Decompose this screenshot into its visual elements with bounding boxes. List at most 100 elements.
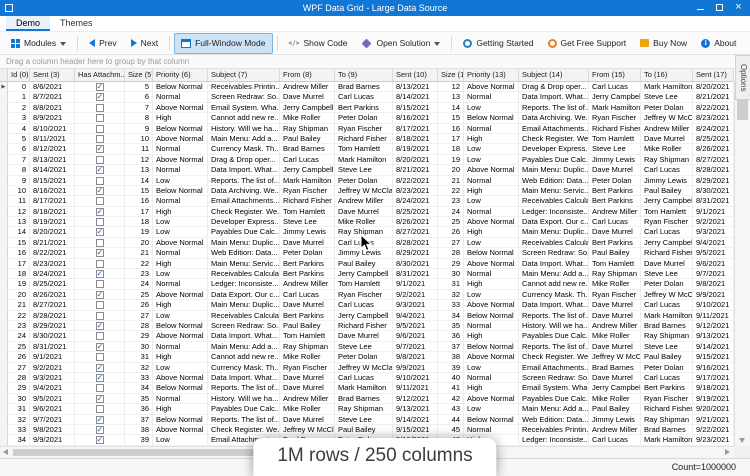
table-row[interactable]: 228/28/202127LowReceivables Calcula...Be… (0, 311, 734, 321)
grid-cell[interactable]: Data Import. What... (208, 373, 280, 383)
grid-cell[interactable]: Below Normal (153, 383, 208, 393)
grid-cell[interactable]: Receivables Calcula... (208, 269, 280, 279)
grid-cell[interactable]: Ryan Fischer (641, 217, 693, 227)
grid-cell[interactable]: 39 (125, 435, 153, 445)
grid-cell[interactable] (75, 196, 125, 206)
grid-cell[interactable]: 9/7/2021 (30, 415, 75, 425)
grid-cell[interactable]: 9/5/2021 (393, 321, 438, 331)
grid-cell[interactable]: Screen Redraw: So... (519, 248, 589, 258)
grid-cell[interactable]: Reports. The list of... (519, 103, 589, 113)
grid-cell[interactable]: Email Attachments... (208, 196, 280, 206)
grid-cell[interactable]: Data Import. What... (208, 165, 280, 175)
column-header[interactable]: From (8) (280, 69, 335, 81)
grid-cell[interactable]: 8/7/2021 (30, 92, 75, 102)
grid-cell[interactable]: Steve Lee (335, 415, 393, 425)
grid-cell[interactable]: Ray Shipman (641, 415, 693, 425)
grid-cell[interactable]: 8/6/2021 (30, 82, 75, 92)
grid-cell[interactable]: 36 (125, 404, 153, 414)
grid-cell[interactable]: Low (464, 238, 519, 248)
grid-cell[interactable]: 8/14/2021 (30, 165, 75, 175)
attachment-checkbox[interactable] (96, 301, 104, 309)
grid-cell[interactable]: Dave Murrel (589, 165, 641, 175)
grid-cell[interactable]: 30 (125, 342, 153, 352)
grid-cell[interactable]: Low (464, 155, 519, 165)
grid-cell[interactable]: Payables Due Calc... (519, 155, 589, 165)
grid-cell[interactable]: 9/11/2021 (693, 311, 734, 321)
scroll-right-icon[interactable] (722, 447, 734, 458)
grid-cell[interactable]: Mark Hamilton (589, 103, 641, 113)
grid-cell[interactable]: Bert Parkins (589, 238, 641, 248)
column-header[interactable]: Id (0) (8, 69, 30, 81)
grid-cell[interactable]: Jerry Campbell (641, 196, 693, 206)
grid-cell[interactable] (75, 165, 125, 175)
grid-cell[interactable]: Above Normal (464, 217, 519, 227)
grid-cell[interactable]: 12 (438, 82, 464, 92)
column-header[interactable]: Has Attachm... (75, 69, 125, 81)
grid-cell[interactable]: Jerry Campbell (335, 269, 393, 279)
grid-cell[interactable]: Main Menu: Servic... (519, 186, 589, 196)
grid-cell[interactable]: 9/10/2021 (393, 373, 438, 383)
grid-cell[interactable]: 8/26/2021 (30, 290, 75, 300)
grid-cell[interactable]: 8/22/2021 (30, 248, 75, 258)
grid-cell[interactable]: Above Normal (464, 165, 519, 175)
grid-cell[interactable]: 27 (438, 238, 464, 248)
grid-cell[interactable]: 9/15/2021 (693, 352, 734, 362)
grid-cell[interactable]: 2 (8, 103, 30, 113)
grid-cell[interactable]: High (153, 404, 208, 414)
grid-cell[interactable]: Andrew Miller (641, 124, 693, 134)
grid-cell[interactable]: Carl Lucas (335, 92, 393, 102)
table-row[interactable]: 339/8/202138Above NormalCheck Register. … (0, 425, 734, 435)
grid-cell[interactable]: Data Import. What... (208, 331, 280, 341)
grid-cell[interactable]: Main Menu: Duplic... (519, 227, 589, 237)
grid-cell[interactable]: Jeffrey W McClain (335, 186, 393, 196)
table-row[interactable]: 208/26/202125Above NormalData Export. Ou… (0, 290, 734, 300)
grid-cell[interactable]: Main Menu: Servic... (208, 259, 280, 269)
tab-demo[interactable]: Demo (6, 16, 50, 31)
column-header[interactable]: Sent (10) (393, 69, 438, 81)
grid-cell[interactable]: Mike Roller (280, 113, 335, 123)
grid-cell[interactable]: 9/8/2021 (30, 425, 75, 435)
grid-cell[interactable]: 6 (125, 92, 153, 102)
table-row[interactable]: 38/9/20218HighCannot add new re...Mike R… (0, 113, 734, 123)
grid-cell[interactable]: History. Will we ha... (519, 321, 589, 331)
grid-cell[interactable] (75, 311, 125, 321)
grid-cell[interactable]: 18 (8, 269, 30, 279)
grid-cell[interactable]: 22 (8, 311, 30, 321)
grid-cell[interactable]: Dave Murrel (280, 383, 335, 393)
table-row[interactable]: 289/3/202133Above NormalData Import. Wha… (0, 373, 734, 383)
table-row[interactable]: 279/2/202132LowCurrency Mask. Th...Ryan … (0, 363, 734, 373)
grid-cell[interactable]: 23 (438, 196, 464, 206)
grid-cell[interactable]: 8/28/2021 (693, 165, 734, 175)
grid-cell[interactable]: Ray Shipman (589, 269, 641, 279)
grid-cell[interactable]: Ray Shipman (641, 331, 693, 341)
grid-cell[interactable]: Ryan Fischer (641, 394, 693, 404)
grid-cell[interactable]: 20 (8, 290, 30, 300)
grid-cell[interactable]: Dave Murrel (589, 373, 641, 383)
grid-cell[interactable]: Steve Lee (641, 342, 693, 352)
grid-cell[interactable]: 9/22/2021 (693, 425, 734, 435)
grid-cell[interactable]: Data Archiving. We... (519, 113, 589, 123)
grid-cell[interactable] (75, 238, 125, 248)
grid-cell[interactable]: Brad Barnes (335, 82, 393, 92)
table-row[interactable]: 299/4/202134Below NormalReports. The lis… (0, 383, 734, 393)
grid-cell[interactable]: High (464, 134, 519, 144)
grid-cell[interactable]: 43 (438, 404, 464, 414)
grid-cell[interactable]: Mike Roller (589, 331, 641, 341)
attachment-checkbox[interactable] (96, 177, 104, 185)
grid-cell[interactable]: Receivables Calcula... (519, 196, 589, 206)
grid-cell[interactable]: Below Normal (464, 113, 519, 123)
grid-cell[interactable]: Below Normal (153, 186, 208, 196)
grid-cell[interactable]: Mark Hamilton (335, 155, 393, 165)
table-row[interactable]: 128/18/202117HighCheck Register. We...To… (0, 207, 734, 217)
grid-cell[interactable]: History. Will we ha... (208, 124, 280, 134)
grid-cell[interactable]: 8/24/2021 (30, 269, 75, 279)
grid-cell[interactable]: 15 (8, 238, 30, 248)
grid-cell[interactable]: Steve Lee (641, 269, 693, 279)
modules-button[interactable]: Modules (4, 33, 73, 54)
grid-cell[interactable]: High (464, 227, 519, 237)
grid-cell[interactable]: Ledger: Inconsiste... (208, 279, 280, 289)
grid-cell[interactable]: High (153, 352, 208, 362)
show-code-button[interactable]: Show Code (282, 33, 355, 54)
grid-cell[interactable]: Cannot add new re... (519, 279, 589, 289)
grid-cell[interactable]: 17 (438, 134, 464, 144)
